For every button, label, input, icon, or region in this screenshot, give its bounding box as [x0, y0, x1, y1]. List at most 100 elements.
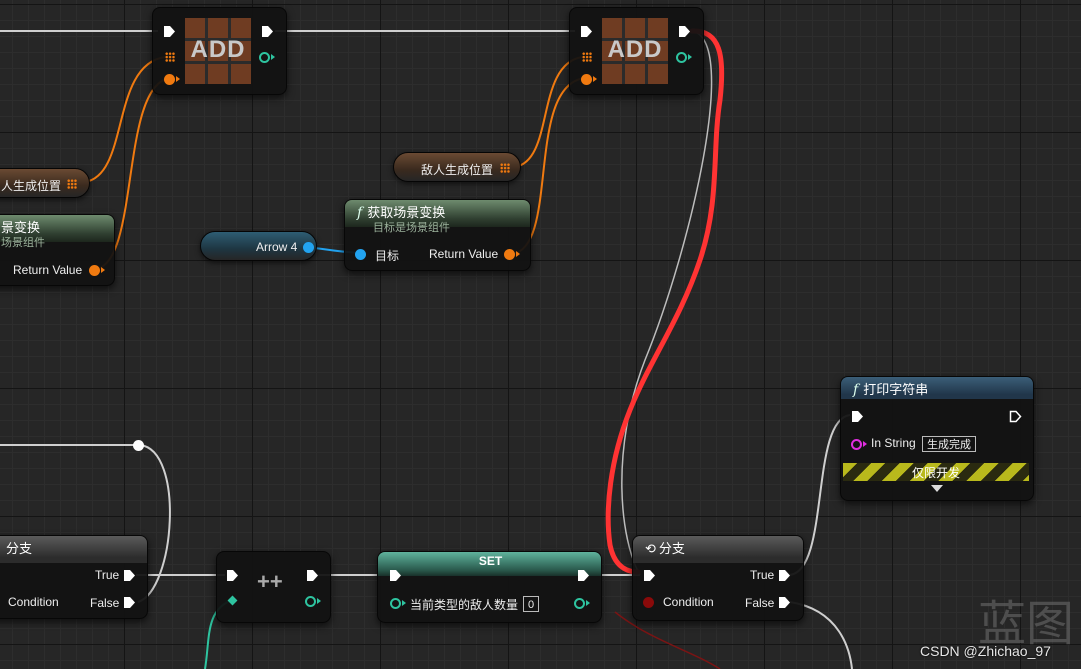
branch-node-left[interactable]: 分支 True Condition False [0, 535, 148, 619]
function-icon: f [357, 205, 363, 221]
add-label: ADD [190, 36, 246, 63]
in-string-label: In String [871, 436, 916, 450]
increment-node[interactable]: ++ [216, 551, 331, 623]
condition-label: Condition [8, 595, 59, 609]
exec-in-pin[interactable] [389, 569, 402, 582]
exec-out-pin[interactable] [1009, 410, 1022, 423]
node-header: f 获取场景变换 目标是场景组件 [345, 200, 530, 234]
annotation-stroke [605, 28, 725, 575]
exec-in-pin[interactable] [643, 569, 656, 582]
reroute-knot[interactable] [133, 440, 144, 451]
transform-array-pin[interactable] [67, 179, 77, 189]
add-icon: ADD [185, 18, 251, 84]
variable-label: 人生成位置 [1, 179, 62, 193]
object-output-pin[interactable] [303, 242, 314, 253]
pin-arrow [101, 267, 105, 273]
add-node-1[interactable]: ADD [152, 7, 287, 95]
pin-arrow [516, 251, 520, 257]
pin-arrow [317, 598, 321, 604]
add-label: ADD [607, 36, 663, 63]
exec-in-pin[interactable] [851, 410, 864, 423]
exec-in-pin[interactable] [226, 569, 239, 582]
pin-arrow [688, 54, 692, 60]
exec-in-pin[interactable] [163, 25, 176, 38]
development-only-banner: 仅限开发 [843, 463, 1029, 481]
watermark-credit: CSDN @Zhichao_97 [920, 643, 1051, 659]
function-icon: f [853, 382, 859, 398]
transform-input-pin[interactable] [581, 74, 592, 85]
variable-label: 敌人生成位置 [421, 163, 494, 177]
exec-out-pin[interactable] [577, 569, 590, 582]
integer-output-pin[interactable] [305, 596, 316, 607]
node-title: 分支 [6, 541, 33, 556]
true-label: True [750, 568, 775, 582]
add-node-2[interactable]: ADD [569, 7, 704, 95]
value-input[interactable]: 0 [523, 596, 540, 612]
print-string-node[interactable]: f 打印字符串 In String 生成完成 仅限开发 [840, 376, 1034, 501]
false-label: False [90, 596, 120, 610]
integer-output-pin[interactable] [259, 52, 270, 63]
branch-node[interactable]: ⟲ 分支 True Condition False [632, 535, 804, 621]
node-subtitle: 场景组件 [1, 237, 45, 249]
pin-arrow [176, 76, 180, 82]
set-variable-node[interactable]: SET 当前类型的敌人数量 0 [377, 551, 602, 623]
pin-arrow [593, 76, 597, 82]
in-string-pin[interactable] [851, 439, 862, 450]
node-header: ⟲ 分支 [633, 536, 803, 563]
get-world-transform-node[interactable]: f 获取场景变换 目标是场景组件 目标 Return Value [344, 199, 531, 271]
development-only-label: 仅限开发 [911, 466, 960, 480]
node-header: f 打印字符串 [841, 377, 1033, 399]
return-value-label: Return Value [429, 247, 499, 261]
transform-array-pin[interactable] [165, 52, 175, 62]
expand-arrow-icon[interactable] [931, 485, 943, 492]
variable-arrow[interactable]: Arrow 4 [200, 231, 317, 261]
node-title: 分支 [658, 541, 685, 556]
exec-in-pin[interactable] [580, 25, 593, 38]
transform-array-pin[interactable] [500, 163, 510, 173]
node-header: 景变换 场景组件 [0, 215, 114, 249]
increment-label: ++ [257, 569, 283, 594]
target-pin[interactable] [355, 249, 366, 260]
integer-output-pin[interactable] [676, 52, 687, 63]
get-world-transform-node-left[interactable]: 景变换 场景组件 Return Value [0, 214, 115, 286]
transform-array-pin[interactable] [582, 52, 592, 62]
true-exec-pin[interactable] [123, 569, 136, 582]
variable-spawn-location-left[interactable]: 人生成位置 [0, 168, 90, 198]
condition-pin[interactable] [643, 597, 654, 608]
return-value-label: Return Value [13, 263, 83, 277]
false-exec-pin[interactable] [123, 596, 136, 609]
true-exec-pin[interactable] [778, 569, 791, 582]
pin-arrow [586, 600, 590, 606]
exec-out-pin[interactable] [306, 569, 319, 582]
in-string-input[interactable]: 生成完成 [922, 436, 976, 452]
branch-icon: ⟲ [645, 541, 656, 556]
node-title: 打印字符串 [863, 382, 929, 397]
add-icon: ADD [602, 18, 668, 84]
node-title: SET [478, 554, 503, 568]
return-value-pin[interactable] [89, 265, 100, 276]
false-exec-pin[interactable] [778, 596, 791, 609]
exec-out-pin[interactable] [678, 25, 691, 38]
transform-input-pin[interactable] [164, 74, 175, 85]
node-title: 获取场景变换 [367, 205, 446, 220]
pin-arrow [402, 600, 406, 606]
node-header: 分支 [0, 536, 147, 563]
target-label: 目标 [375, 249, 400, 263]
integer-input-pin[interactable] [390, 598, 401, 609]
node-title: 景变换 [1, 220, 41, 235]
condition-label: Condition [663, 595, 714, 609]
pin-arrow [271, 54, 275, 60]
integer-output-pin[interactable] [574, 598, 585, 609]
variable-label: 当前类型的敌人数量 [410, 598, 519, 612]
pin-arrow [863, 441, 867, 447]
false-label: False [745, 596, 775, 610]
true-label: True [95, 568, 120, 582]
integer-input-pin[interactable] [227, 595, 238, 606]
node-header: SET [378, 552, 601, 576]
variable-label: Arrow 4 [256, 240, 298, 254]
exec-wire [621, 30, 713, 576]
exec-out-pin[interactable] [261, 25, 274, 38]
node-subtitle: 目标是场景组件 [373, 222, 450, 234]
return-value-pin[interactable] [504, 249, 515, 260]
variable-spawn-location[interactable]: 敌人生成位置 [393, 152, 521, 182]
